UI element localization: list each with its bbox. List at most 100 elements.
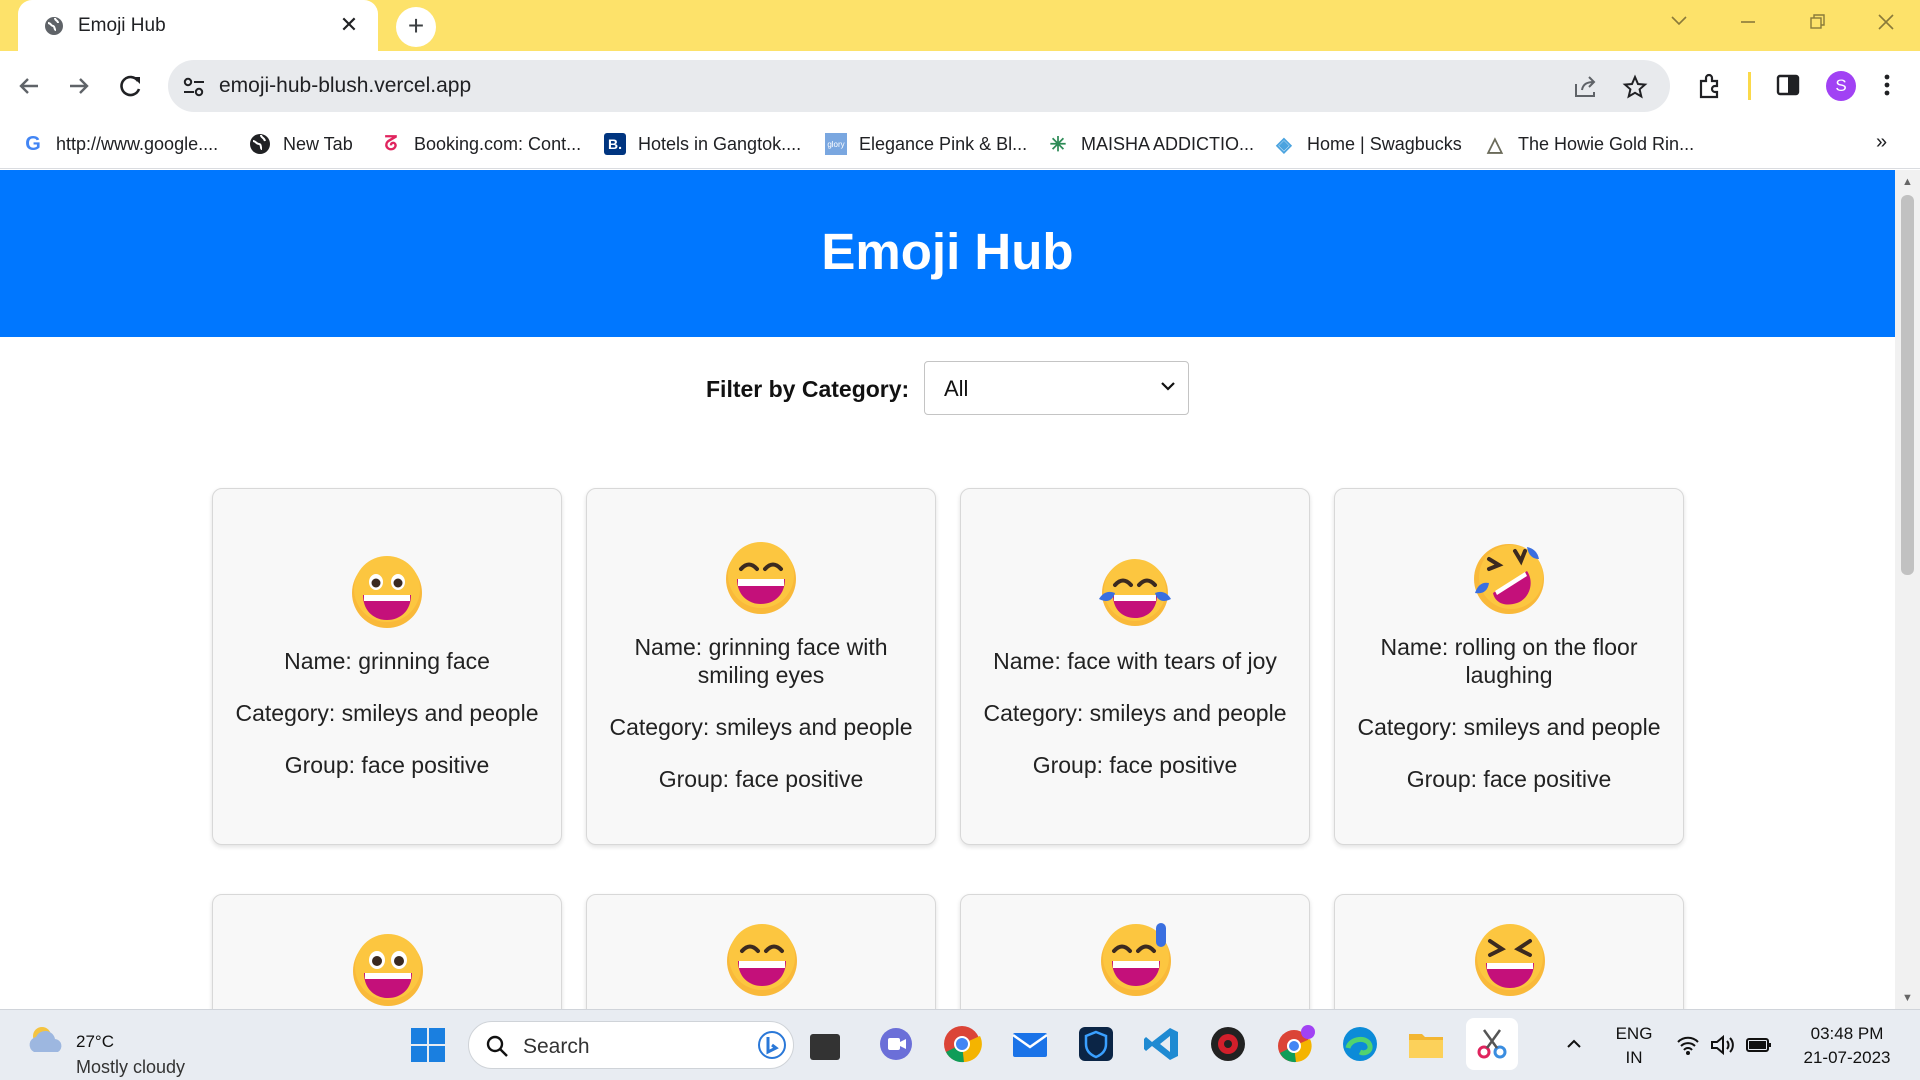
bookmark-item[interactable]: B. Hotels in Gangtok.... bbox=[604, 131, 801, 157]
side-panel-icon[interactable] bbox=[1775, 72, 1801, 98]
bookmark-item[interactable]: ᘔ Booking.com: Cont... bbox=[380, 131, 582, 157]
chevron-down-icon[interactable] bbox=[1659, 8, 1699, 38]
restore-button[interactable] bbox=[1797, 8, 1837, 38]
filter-label: Filter by Category: bbox=[706, 376, 910, 402]
category-select[interactable]: All bbox=[924, 361, 1189, 415]
google-icon: G bbox=[25, 132, 41, 155]
taskbar-search[interactable]: Search bbox=[468, 1021, 794, 1069]
new-tab-button[interactable]: + bbox=[396, 7, 436, 47]
scroll-down-icon[interactable]: ▼ bbox=[1902, 992, 1913, 1004]
snipping-tool-icon[interactable] bbox=[1466, 1018, 1518, 1070]
emoji-name: Name: grinning face bbox=[284, 647, 490, 674]
bookmark-item[interactable]: G http://www.google.... bbox=[22, 131, 218, 157]
bookmark-label: Booking.com: Cont... bbox=[414, 133, 582, 154]
lang-top: ENG bbox=[1615, 1024, 1653, 1043]
bookmark-label: http://www.google.... bbox=[56, 133, 219, 154]
bookmark-item[interactable]: △ The Howie Gold Rin... bbox=[1484, 131, 1694, 157]
weather-widget[interactable]: 27°C Mostly cloudy bbox=[26, 1022, 185, 1077]
weather-desc: Mostly cloudy bbox=[76, 1057, 186, 1077]
bookmark-star-icon[interactable] bbox=[1622, 74, 1648, 100]
lang-bottom: IN bbox=[1625, 1048, 1643, 1067]
vscode-icon[interactable] bbox=[1142, 1024, 1182, 1064]
bookmark-item[interactable]: New Tab bbox=[249, 131, 353, 157]
app-red-icon[interactable] bbox=[1208, 1024, 1248, 1064]
category-select-value: All bbox=[944, 376, 969, 401]
toolbar-divider bbox=[1748, 72, 1751, 100]
forward-icon[interactable] bbox=[62, 69, 96, 103]
emoji-group: Group: face positive bbox=[1406, 765, 1612, 792]
grinning-face-smiling-eyes-icon bbox=[726, 541, 796, 614]
back-icon[interactable] bbox=[12, 69, 46, 103]
chrome-icon[interactable] bbox=[942, 1024, 982, 1064]
bing-icon[interactable] bbox=[757, 1030, 787, 1060]
chevron-down-icon bbox=[1161, 382, 1175, 391]
share-icon[interactable] bbox=[1572, 74, 1598, 100]
teams-chat-icon[interactable] bbox=[876, 1024, 916, 1064]
maisha-icon: ✳ bbox=[1049, 133, 1067, 156]
emoji-card: Name: face with tears of joy Category: s… bbox=[960, 488, 1310, 845]
emoji-card bbox=[1334, 894, 1684, 1009]
bookmark-label: MAISHA ADDICTIO... bbox=[1081, 133, 1255, 154]
clock-date: 21-07-2023 bbox=[1803, 1048, 1891, 1067]
menu-dots-icon[interactable] bbox=[1882, 72, 1892, 98]
rolling-on-the-floor-laughing-icon bbox=[1474, 543, 1544, 614]
bookmark-label: New Tab bbox=[283, 133, 353, 154]
volume-icon[interactable] bbox=[1710, 1034, 1736, 1056]
minimize-button[interactable] bbox=[1728, 8, 1768, 38]
face-with-tears-of-joy-icon bbox=[1099, 558, 1171, 626]
tab-strip: Emoji Hub ✕ + bbox=[0, 0, 1920, 51]
close-tab-icon[interactable]: ✕ bbox=[336, 12, 362, 38]
bookmark-item[interactable]: ◈ Home | Swagbucks bbox=[1273, 131, 1461, 157]
elegance-icon: glory bbox=[825, 133, 847, 155]
bookmark-label: Hotels in Gangtok.... bbox=[638, 133, 802, 154]
tab-title: Emoji Hub bbox=[78, 15, 166, 36]
emoji-category: Category: smileys and people bbox=[609, 713, 913, 740]
grinning-face-icon bbox=[352, 555, 422, 628]
emoji-group: Group: face positive bbox=[284, 751, 490, 778]
address-bar[interactable]: emoji-hub-blush.vercel.app bbox=[168, 60, 1670, 112]
scrollbar-thumb[interactable] bbox=[1901, 195, 1914, 575]
task-view-icon[interactable] bbox=[810, 1034, 840, 1060]
emoji-name: Name: grinning face with smiling eyes bbox=[634, 633, 888, 688]
defender-icon[interactable] bbox=[1076, 1024, 1116, 1064]
page-scrollbar[interactable]: ▲ ▼ bbox=[1895, 170, 1920, 1009]
site-settings-icon[interactable] bbox=[182, 76, 206, 98]
battery-icon[interactable] bbox=[1746, 1035, 1772, 1055]
extensions-icon[interactable] bbox=[1696, 72, 1724, 100]
scroll-up-icon[interactable]: ▲ bbox=[1902, 176, 1913, 188]
bookmark-item[interactable]: glory Elegance Pink & Bl... bbox=[825, 131, 1027, 157]
emoji-group: Group: face positive bbox=[1032, 751, 1238, 778]
emoji-card bbox=[960, 894, 1310, 1009]
grinning-squinting-face-icon bbox=[1475, 924, 1545, 996]
more-bookmarks-button[interactable]: » bbox=[1876, 131, 1887, 154]
edge-icon[interactable] bbox=[1340, 1024, 1380, 1064]
emoji-group: Group: face positive bbox=[658, 765, 864, 792]
avatar[interactable]: S bbox=[1826, 71, 1856, 101]
weather-temp: 27°C bbox=[76, 1032, 114, 1051]
page-title: Emoji Hub bbox=[821, 223, 1074, 280]
grinning-face-with-sweat-icon bbox=[1101, 923, 1171, 996]
file-explorer-icon[interactable] bbox=[1406, 1024, 1446, 1064]
chrome-profile-icon[interactable] bbox=[1274, 1024, 1315, 1064]
page-header: Emoji Hub bbox=[0, 170, 1895, 337]
globe-icon bbox=[250, 134, 270, 154]
bookmarks-bar: G http://www.google.... New Tab ᘔ Bookin… bbox=[0, 121, 1920, 169]
bookmark-label: The Howie Gold Rin... bbox=[1518, 133, 1695, 154]
language-indicator[interactable]: ENG IN bbox=[1612, 1024, 1656, 1068]
chevron-up-icon[interactable] bbox=[1566, 1038, 1582, 1050]
emoji-category: Category: smileys and people bbox=[235, 699, 539, 726]
globe-icon bbox=[45, 17, 63, 35]
grinning-face-smiling-eyes-icon bbox=[727, 924, 797, 996]
bookmark-item[interactable]: ✳ MAISHA ADDICTIO... bbox=[1047, 131, 1254, 157]
tab-emoji-hub[interactable]: Emoji Hub ✕ bbox=[18, 0, 378, 51]
grinning-face-big-eyes-icon bbox=[353, 934, 423, 1006]
clock[interactable]: 03:48 PM 21-07-2023 bbox=[1792, 1024, 1902, 1068]
mail-icon[interactable] bbox=[1010, 1024, 1050, 1064]
emoji-card: Name: grinning face Category: smileys an… bbox=[212, 488, 562, 845]
taskbar: 27°C Mostly cloudy Search ENG IN 03:48 P… bbox=[0, 1009, 1920, 1080]
windows-start-icon[interactable] bbox=[410, 1027, 446, 1063]
wifi-icon[interactable] bbox=[1676, 1034, 1700, 1056]
reload-icon[interactable] bbox=[114, 69, 148, 103]
close-window-button[interactable] bbox=[1866, 8, 1906, 38]
emoji-card bbox=[586, 894, 936, 1009]
